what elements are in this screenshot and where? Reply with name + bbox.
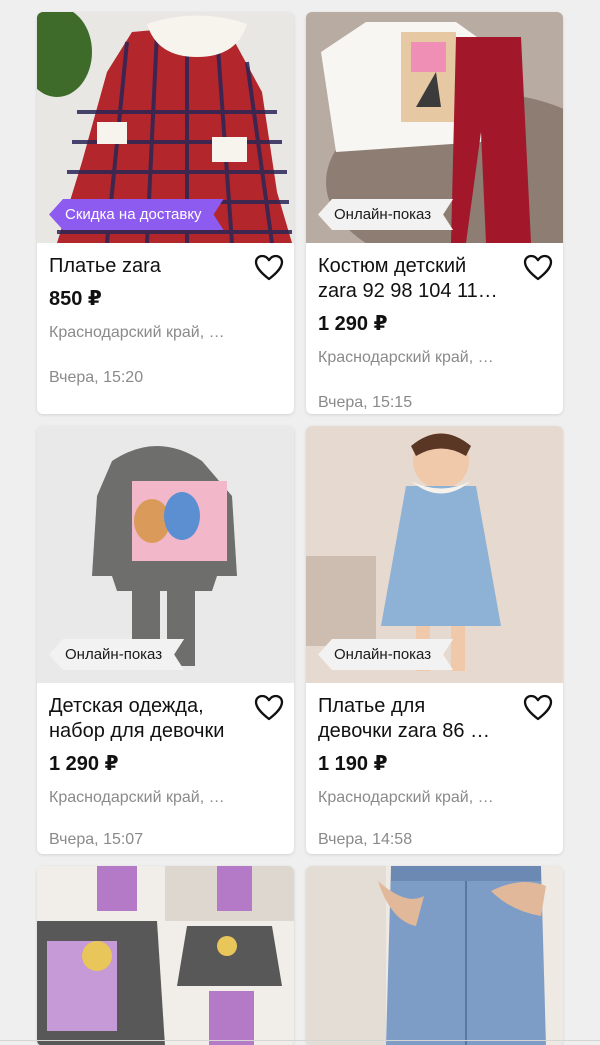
listing-time: Вчера, 15:15: [318, 394, 413, 411]
listing-title-line: Платье для: [318, 695, 426, 717]
listing-card[interactable]: Онлайн-показ Костюм детский zara 92 98 1…: [306, 12, 563, 414]
listing-time: Вчера, 15:07: [49, 831, 144, 848]
online-show-badge: Онлайн-показ: [318, 639, 453, 670]
listing-title[interactable]: Детская одежда, набор для девочки: [49, 694, 282, 744]
listing-title-line: Костюм детский: [318, 255, 467, 277]
listing-location: Краснодарский край, …: [49, 324, 225, 341]
listing-price: 850 ₽: [49, 288, 102, 310]
listing-location: Краснодарский край, …: [318, 789, 494, 806]
online-show-badge: Онлайн-показ: [49, 639, 184, 670]
heart-outline-icon[interactable]: [254, 694, 284, 721]
listing-card[interactable]: Онлайн-показ Платье для девочки zara 86 …: [306, 426, 563, 854]
listings-grid: Скидка на доставку Платье zara 850 ₽ Кра…: [0, 0, 600, 1045]
listing-photo[interactable]: [306, 866, 563, 1045]
listing-card[interactable]: Онлайн-показ Детская одежда, набор для д…: [37, 426, 294, 854]
online-show-badge: Онлайн-показ: [318, 199, 453, 230]
listing-title-line: Детская одежда,: [49, 695, 204, 717]
listing-price: 1 190 ₽: [318, 753, 388, 775]
listing-title[interactable]: Платье zara: [49, 254, 282, 279]
unicorn-set-photo: [37, 866, 294, 1045]
promo-badge: Скидка на доставку: [49, 199, 224, 230]
listing-price: 1 290 ₽: [49, 753, 119, 775]
listing-price: 1 290 ₽: [318, 313, 388, 335]
listing-time: Вчера, 15:20: [49, 369, 144, 386]
listing-info: Детская одежда, набор для девочки 1 290 …: [37, 683, 294, 850]
listing-photo[interactable]: Онлайн-показ: [306, 12, 563, 243]
listing-photo[interactable]: Скидка на доставку: [37, 12, 294, 243]
heart-outline-icon[interactable]: [523, 254, 553, 281]
listing-title[interactable]: Платье для девочки zara 86 …: [318, 694, 551, 744]
listing-title-line: набор для девочки: [49, 720, 225, 742]
listing-card[interactable]: [306, 866, 563, 1045]
heart-outline-icon[interactable]: [254, 254, 284, 281]
listing-location: Краснодарский край, …: [318, 349, 494, 366]
listing-info: Платье для девочки zara 86 … 1 190 ₽ Кра…: [306, 683, 563, 850]
listing-title-line: zara 92 98 104 11…: [318, 280, 498, 302]
listing-photo[interactable]: Онлайн-показ: [306, 426, 563, 683]
listing-info: Костюм детский zara 92 98 104 11… 1 290 …: [306, 243, 563, 413]
listing-title-line: Платье zara: [49, 255, 161, 277]
kids-jeans-photo: [306, 866, 563, 1045]
listing-location: Краснодарский край, …: [49, 789, 225, 806]
listing-card[interactable]: Скидка на доставку Платье zara 850 ₽ Кра…: [37, 12, 294, 414]
heart-outline-icon[interactable]: [523, 694, 553, 721]
listing-title-line: девочки zara 86 …: [318, 720, 491, 742]
listing-title[interactable]: Костюм детский zara 92 98 104 11…: [318, 254, 551, 304]
listing-info: Платье zara 850 ₽ Краснодарский край, … …: [37, 243, 294, 388]
scroll-divider: [0, 1040, 600, 1041]
listing-photo[interactable]: Онлайн-показ: [37, 426, 294, 683]
listing-card[interactable]: [37, 866, 294, 1045]
listing-time: Вчера, 14:58: [318, 831, 413, 848]
listing-photo[interactable]: [37, 866, 294, 1045]
